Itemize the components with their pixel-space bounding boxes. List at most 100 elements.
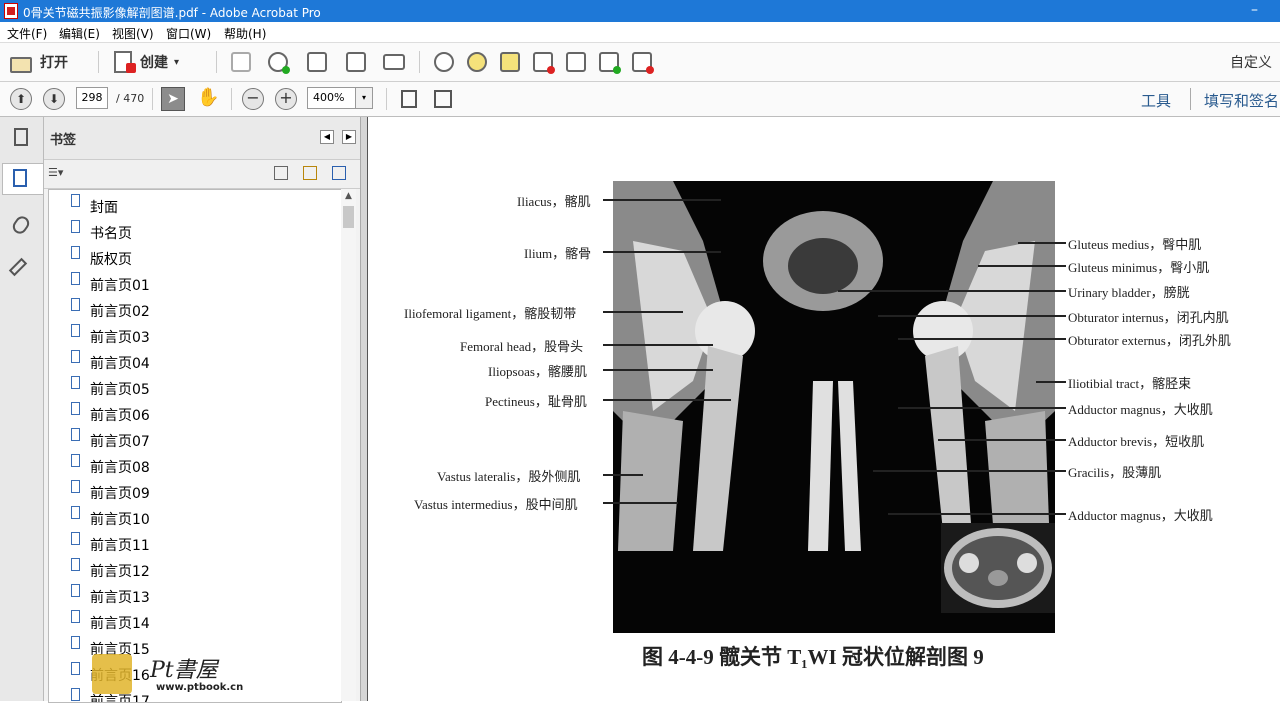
list-item[interactable]: 书名页 xyxy=(49,218,339,244)
create-button[interactable]: 创建 ▾ xyxy=(114,49,179,75)
page-number-input[interactable]: 298 xyxy=(76,87,108,109)
export-icon[interactable] xyxy=(599,52,621,74)
zoom-dropdown-button[interactable]: ▾ xyxy=(355,87,373,109)
menu-view[interactable]: 视图(V) xyxy=(112,25,154,42)
leader-line xyxy=(873,470,1066,472)
toolbar-divider xyxy=(231,88,232,110)
toolbar-divider xyxy=(1190,88,1191,110)
list-item[interactable]: 前言页03 xyxy=(49,322,339,348)
previous-page-button[interactable]: ⬆ xyxy=(10,88,32,110)
delete-page-icon[interactable] xyxy=(533,52,555,74)
scroll-thumb[interactable] xyxy=(343,206,354,228)
new-bookmark-icon[interactable] xyxy=(303,166,317,180)
menu-window[interactable]: 窗口(W) xyxy=(166,25,211,42)
leader-line xyxy=(603,199,721,201)
sign-document-icon[interactable] xyxy=(632,52,654,74)
list-item[interactable]: 前言页06 xyxy=(49,400,339,426)
list-item[interactable]: 前言页11 xyxy=(49,530,339,556)
leader-line xyxy=(978,265,1066,267)
menu-edit[interactable]: 编辑(E) xyxy=(59,25,100,42)
collapse-panel-button[interactable]: ◀ xyxy=(320,130,334,144)
label-femoral-head: Femoral head，股骨头 xyxy=(460,339,584,354)
save-icon[interactable] xyxy=(231,52,251,72)
list-item[interactable]: 前言页01 xyxy=(49,270,339,296)
customize-button[interactable]: 自定义 xyxy=(1230,52,1272,72)
open-button[interactable]: 打开 xyxy=(10,49,68,75)
bookmark-list: 封面 书名页 版权页 前言页01 前言页02 前言页03 前言页04 前言页05… xyxy=(48,189,342,703)
menu-bar: 文件(F) 编辑(E) 视图(V) 窗口(W) 帮助(H) xyxy=(0,22,1280,43)
label-gluteus-medius: Gluteus medius，臀中肌 xyxy=(1068,237,1202,252)
zoom-in-button[interactable]: + xyxy=(275,88,297,110)
fill-and-sign-button[interactable]: 填写和签名 xyxy=(1204,90,1279,111)
leader-line xyxy=(603,399,731,401)
menu-help[interactable]: 帮助(H) xyxy=(224,25,266,42)
label-adductor-brevis: Adductor brevis，短收肌 xyxy=(1068,434,1205,449)
axial-reference-graphic xyxy=(944,528,1052,608)
folder-icon xyxy=(10,57,32,73)
title-bar: 0骨关节磁共振影像解剖图谱.pdf - Adobe Acrobat Pro – xyxy=(0,0,1280,22)
list-item[interactable]: 前言页12 xyxy=(49,556,339,582)
open-label: 打开 xyxy=(40,55,68,71)
comment-icon[interactable] xyxy=(467,52,487,72)
delete-bookmark-icon[interactable] xyxy=(274,166,288,180)
zoom-out-button[interactable]: − xyxy=(242,88,264,110)
tools-pane-button[interactable]: 工具 xyxy=(1141,90,1171,111)
bookmark-icon xyxy=(71,402,80,415)
navigation-pane-rail xyxy=(0,117,44,701)
leader-line xyxy=(603,251,721,253)
cloud-upload-icon[interactable] xyxy=(268,52,290,74)
scroll-up-button[interactable]: ▲ xyxy=(341,189,356,204)
panel-splitter[interactable] xyxy=(360,117,368,701)
ptbook-watermark: Pt書屋 www.ptbook.cn xyxy=(88,652,268,698)
expand-bookmark-icon[interactable] xyxy=(332,166,346,180)
list-item[interactable]: 版权页 xyxy=(49,244,339,270)
axial-reference-inset xyxy=(941,523,1055,613)
leader-line xyxy=(838,290,1066,292)
fit-page-icon[interactable] xyxy=(401,90,417,108)
list-item[interactable]: 前言页02 xyxy=(49,296,339,322)
menu-file[interactable]: 文件(F) xyxy=(7,25,47,42)
find-in-document-icon[interactable] xyxy=(566,52,586,72)
select-tool-button[interactable]: ➤ xyxy=(161,87,185,111)
panel-header: 书签 ◀ ▶ xyxy=(44,117,360,160)
minimize-button[interactable]: – xyxy=(1251,2,1258,18)
email-icon[interactable] xyxy=(383,54,405,70)
bookmark-icon xyxy=(71,428,80,441)
list-item[interactable]: 前言页13 xyxy=(49,582,339,608)
list-item[interactable]: 前言页14 xyxy=(49,608,339,634)
signatures-tab[interactable] xyxy=(6,253,34,283)
list-item[interactable]: 前言页04 xyxy=(49,348,339,374)
paperclip-icon xyxy=(10,213,32,237)
list-item[interactable]: 前言页05 xyxy=(49,374,339,400)
bookmark-options-menu[interactable]: ☰▾ xyxy=(48,166,63,179)
print-icon[interactable] xyxy=(307,52,327,72)
zoom-level-input[interactable]: 400% xyxy=(307,87,357,109)
full-screen-icon[interactable] xyxy=(434,90,452,108)
label-vastus-intermedius: Vastus intermedius，股中间肌 xyxy=(414,497,578,512)
label-obturator-internus: Obturator internus，闭孔内肌 xyxy=(1068,310,1229,325)
panel-title: 书签 xyxy=(50,133,77,148)
bookmarks-tab[interactable] xyxy=(2,163,43,195)
bookmark-scrollbar[interactable]: ▲ xyxy=(341,189,356,701)
expand-panel-button[interactable]: ▶ xyxy=(342,130,356,144)
list-item[interactable]: 前言页10 xyxy=(49,504,339,530)
hand-tool-button[interactable]: ✋ xyxy=(197,87,219,108)
highlight-icon[interactable] xyxy=(500,52,520,72)
toolbar-divider xyxy=(216,51,217,73)
next-page-button[interactable]: ⬇ xyxy=(43,88,65,110)
bookmark-icon xyxy=(71,220,80,233)
attachments-tab[interactable] xyxy=(6,211,34,241)
list-item[interactable]: 封面 xyxy=(49,192,339,218)
leader-line xyxy=(1018,242,1066,244)
list-item[interactable]: 前言页07 xyxy=(49,426,339,452)
bookmark-icon xyxy=(71,610,80,623)
list-item[interactable]: 前言页08 xyxy=(49,452,339,478)
list-item[interactable]: 前言页09 xyxy=(49,478,339,504)
label-adductor-magnus: Adductor magnus，大收肌 xyxy=(1068,402,1213,417)
create-label: 创建 xyxy=(140,55,168,71)
bookmark-icon xyxy=(71,558,80,571)
edit-document-icon[interactable] xyxy=(346,52,366,72)
page-thumbnails-tab[interactable] xyxy=(6,123,34,153)
chevron-down-icon: ▾ xyxy=(174,56,180,68)
settings-gear-icon[interactable] xyxy=(434,52,454,72)
